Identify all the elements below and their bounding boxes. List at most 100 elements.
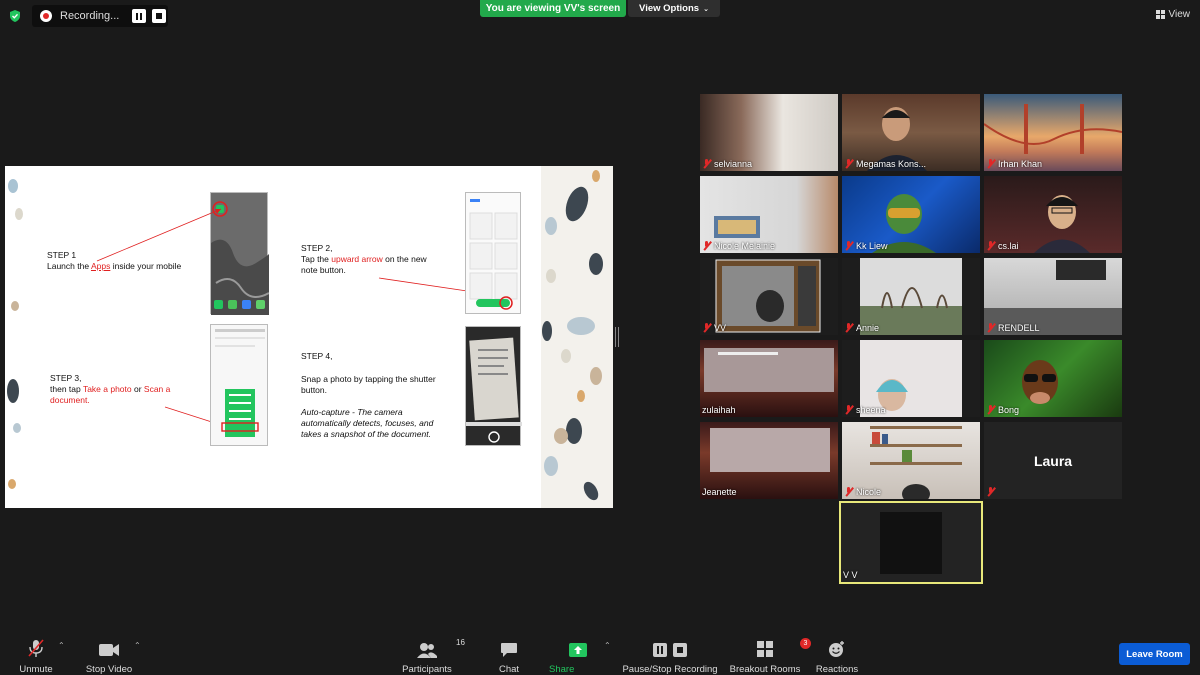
participant-name: Kk Liew — [856, 241, 888, 251]
mic-muted-icon — [844, 487, 853, 497]
video-tile[interactable]: cs.lai — [984, 176, 1122, 253]
step4-note1: Auto-capture - The camera — [301, 407, 403, 417]
participants-count: 16 — [456, 638, 465, 647]
stop-icon — [156, 13, 162, 19]
video-tile[interactable]: Kk Liew — [842, 176, 980, 253]
video-options-caret[interactable]: ⌃ — [134, 641, 141, 650]
video-tile[interactable]: Annie — [842, 258, 980, 335]
step4-note3: takes a snapshot of the document. — [301, 429, 431, 439]
video-camera-icon — [99, 644, 119, 656]
chevron-down-icon: ⌄ — [703, 5, 709, 13]
video-tile[interactable]: Laura — [984, 422, 1122, 499]
mic-muted-icon — [702, 159, 711, 169]
participant-name: Megamas Kons... — [856, 159, 927, 169]
breakout-rooms-button[interactable]: 3 Breakout Rooms — [729, 638, 811, 675]
chat-label: Chat — [498, 664, 520, 675]
participant-name: zulaihah — [702, 405, 736, 415]
mic-muted-icon — [986, 241, 995, 251]
audio-options-caret[interactable]: ⌃ — [58, 641, 65, 650]
participant-name: VV — [714, 323, 727, 333]
split-view-handle[interactable] — [615, 327, 619, 347]
leave-room-button[interactable]: Leave Room — [1119, 643, 1190, 665]
step1-title: STEP 1 — [47, 250, 77, 260]
participants-icon — [417, 643, 437, 658]
security-shield-icon[interactable] — [8, 9, 22, 23]
step1-pre: Launch the — [47, 261, 91, 271]
recording-indicator: Recording... — [32, 5, 168, 27]
step3-text: then tap Take a photo or Scan a — [50, 384, 170, 395]
breakout-rooms-badge: 3 — [800, 638, 811, 649]
recording-dot-icon — [40, 10, 52, 22]
mic-muted-icon — [986, 323, 995, 333]
chat-button[interactable]: Chat — [494, 638, 524, 675]
participant-name: RENDELL — [998, 323, 1040, 333]
view-options-label: View Options — [639, 3, 700, 14]
participant-name: Nicole — [856, 487, 882, 497]
phone-screenshot-4 — [465, 326, 522, 446]
step2-post: on the new — [382, 254, 427, 264]
recording-label: Recording... — [60, 10, 120, 22]
video-tile[interactable]: Nicole — [842, 422, 980, 499]
participant-name: V V — [843, 570, 858, 580]
video-tile[interactable]: Megamas Kons... — [842, 94, 980, 171]
video-tile[interactable]: selvianna — [700, 94, 838, 171]
step3-document: document. — [50, 395, 90, 405]
participant-name: Bong — [998, 405, 1020, 415]
step4-line1: Snap a photo by tapping the shutter — [301, 374, 436, 384]
pause-icon — [653, 643, 667, 657]
video-tile[interactable]: RENDELL — [984, 258, 1122, 335]
video-tile[interactable]: Bong — [984, 340, 1122, 417]
phone-screenshot-3 — [210, 324, 268, 446]
stop-recording-button[interactable] — [152, 9, 166, 23]
participants-label: Participants — [402, 664, 452, 675]
reactions-button[interactable]: Reactions — [815, 638, 859, 675]
step1-arrow — [96, 208, 222, 262]
video-tile[interactable]: Irhan Khan — [984, 94, 1122, 171]
participant-name: Annie — [856, 323, 880, 333]
pause-recording-button[interactable] — [132, 9, 146, 23]
view-options-button[interactable]: View Options ⌄ — [628, 0, 720, 17]
participant-name: cs.lai — [998, 241, 1019, 251]
step2-line2: note button. — [301, 265, 346, 275]
mic-muted-icon — [844, 241, 853, 251]
shared-screen[interactable]: STEP 1 Launch the Apps inside your mobil… — [5, 166, 613, 508]
grid-view-icon — [1155, 10, 1165, 19]
participant-name-large: Laura — [1033, 453, 1073, 469]
reactions-label: Reactions — [815, 664, 859, 675]
terrazzo-decoration-right — [541, 166, 613, 508]
share-screen-label: Share Screen — [549, 664, 575, 675]
camera-capture-image — [466, 337, 522, 443]
video-tile[interactable]: zulaihah — [700, 340, 838, 417]
step2-pre: Tap the — [301, 254, 332, 264]
share-screen-button[interactable]: Share Screen — [549, 638, 607, 675]
pause-stop-recording-label: Pause/Stop Recording — [622, 664, 718, 675]
mic-muted-icon — [844, 159, 853, 169]
participant-name: selvianna — [714, 159, 753, 169]
participant-name: sheena — [856, 405, 886, 415]
pause-stop-recording-button[interactable]: Pause/Stop Recording — [622, 638, 718, 675]
mic-muted-icon — [986, 405, 995, 415]
note-menu-image — [215, 329, 265, 437]
mic-muted-icon — [702, 323, 711, 333]
unmute-button[interactable]: Unmute — [16, 638, 56, 675]
breakout-rooms-icon — [757, 641, 773, 657]
participants-button[interactable]: 16 Participants — [400, 638, 465, 675]
participant-name: Jeanette — [702, 487, 737, 497]
participant-name: Nicole Melainie — [714, 241, 776, 251]
video-tile[interactable]: Nicole Melainie — [700, 176, 838, 253]
video-tile-active-speaker[interactable]: V V — [839, 501, 983, 584]
step4-title: STEP 4, — [301, 351, 333, 361]
stop-video-button[interactable]: Stop Video — [84, 638, 134, 675]
step3-mid: or — [131, 384, 144, 394]
video-tile[interactable]: Jeanette — [700, 422, 838, 499]
step4-note2: automatically detects, focuses, and — [301, 418, 434, 428]
share-options-caret[interactable]: ⌃ — [604, 641, 611, 650]
share-screen-icon — [569, 643, 587, 657]
view-button[interactable]: View — [1155, 9, 1190, 20]
step3-pre: then tap — [50, 384, 83, 394]
notes-app-image — [469, 199, 518, 310]
video-tile[interactable]: sheena — [842, 340, 980, 417]
step3-title: STEP 3, — [50, 373, 82, 383]
video-tile[interactable]: VV — [700, 258, 838, 335]
step4-line2: button. — [301, 385, 327, 395]
